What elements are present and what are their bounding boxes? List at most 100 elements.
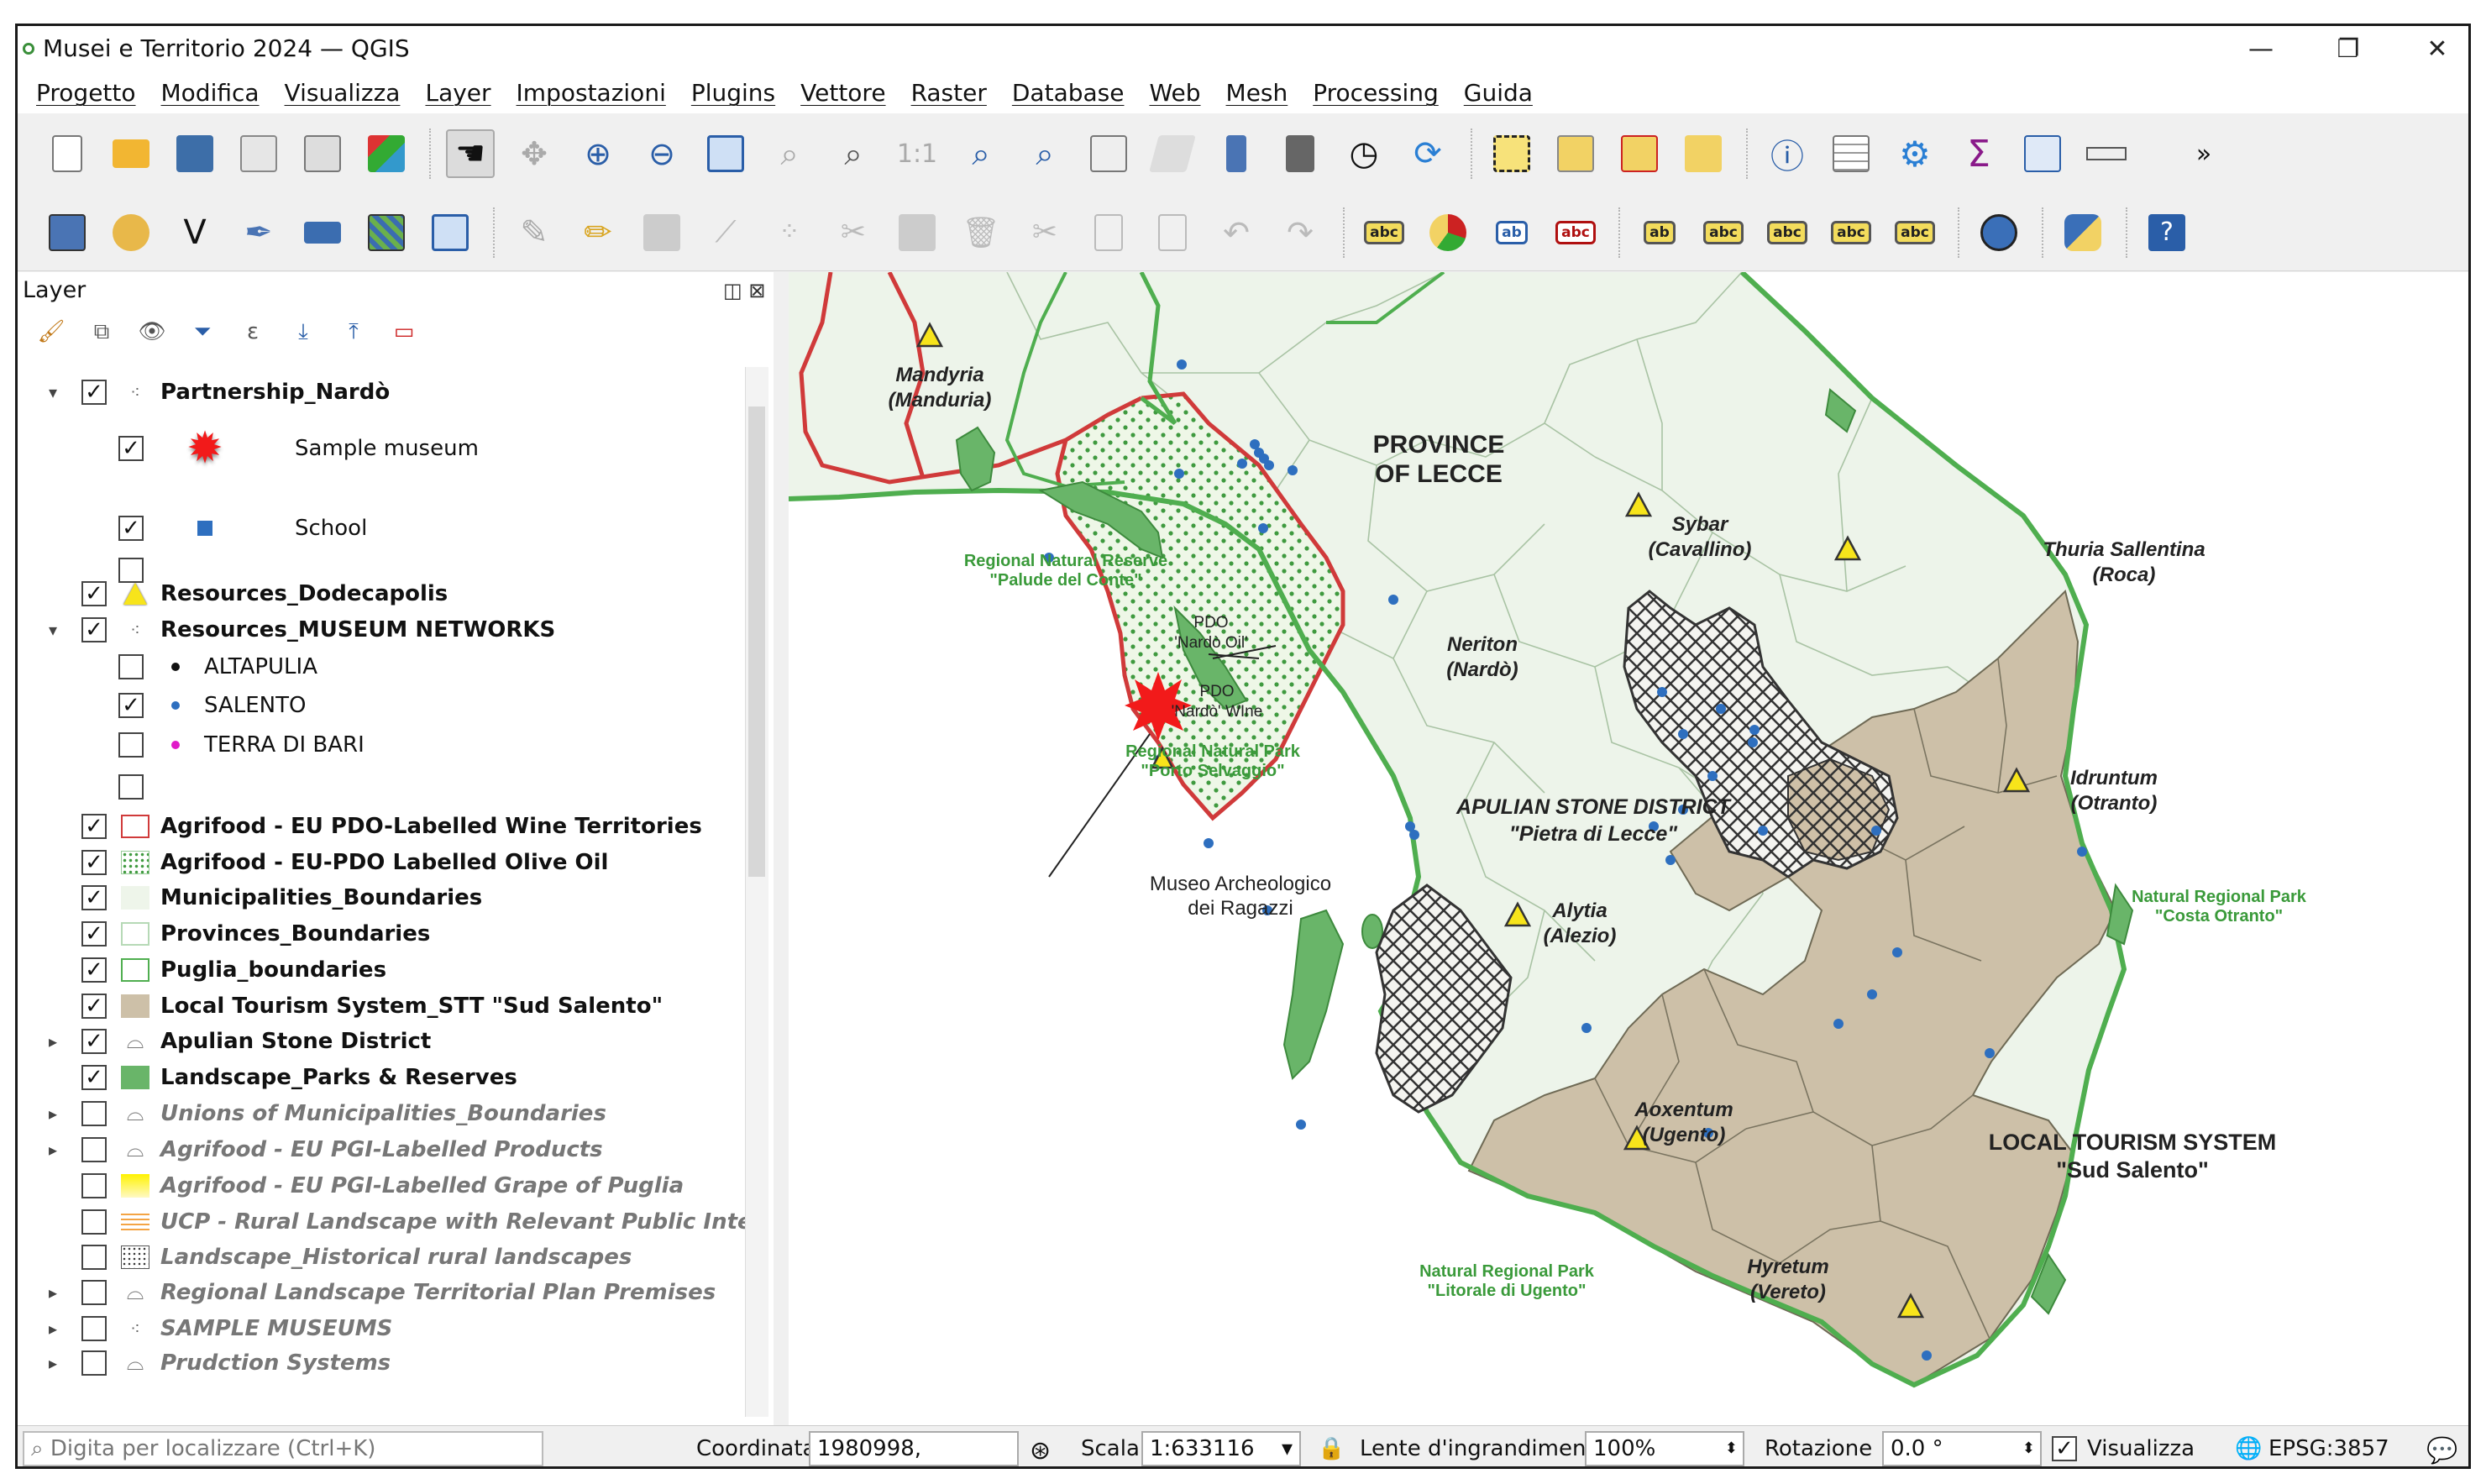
show-bookmarks-icon[interactable] [1276, 129, 1324, 178]
map-tips-icon[interactable] [2018, 129, 2067, 178]
layer-row[interactable]: Agrifood - EU PGI-Labelled Grape of Pugl… [18, 1169, 740, 1203]
menu-database[interactable]: Database [1012, 75, 1125, 113]
style-brush-icon[interactable]: 🖌 [33, 315, 70, 349]
menu-impostazioni[interactable]: Impostazioni [517, 75, 666, 113]
web-map-plugin-icon[interactable] [1975, 208, 2023, 257]
layer-row[interactable]: Landscape_Historical rural landscapes [18, 1240, 740, 1274]
move-label-icon[interactable]: abc [1763, 208, 1812, 257]
new-geopackage-icon[interactable] [107, 208, 155, 257]
menu-mesh[interactable]: Mesh [1226, 75, 1288, 113]
manage-map-themes-icon[interactable]: 👁 [134, 315, 170, 349]
layer-visibility-checkbox[interactable] [81, 1350, 107, 1376]
save-edits-icon[interactable] [637, 208, 686, 257]
layer-row[interactable]: ✓ Provinces_Boundaries [18, 917, 740, 951]
menu-visualizza[interactable]: Visualizza [285, 75, 401, 113]
add-line-feature-icon[interactable]: ⟋ [701, 208, 750, 257]
deselect-features-icon[interactable] [1615, 129, 1664, 178]
layer-row[interactable]: ▸ ⌓ Regional Landscape Territorial Plan Pr… [18, 1276, 740, 1309]
identify-features-icon[interactable]: ⓘ [1763, 129, 1812, 178]
menu-guida[interactable]: Guida [1464, 75, 1533, 113]
help-icon[interactable]: ? [2142, 208, 2191, 257]
menu-processing[interactable]: Processing [1313, 75, 1439, 113]
zoom-last-icon[interactable]: ⌕ [957, 129, 1005, 178]
remove-layer-icon[interactable]: ▭ [385, 315, 422, 349]
menu-plugins[interactable]: Plugins [691, 75, 775, 113]
label-highlight-icon[interactable]: abc [1551, 208, 1600, 257]
select-features-icon[interactable] [1487, 129, 1536, 178]
zoom-native-icon[interactable]: 1:1 [893, 129, 941, 178]
zoom-next-icon[interactable]: ⌕ [1020, 129, 1069, 178]
layer-row[interactable]: ✓ Agrifood - EU PDO-Labelled Wine Territo… [18, 810, 740, 843]
scale-combobox[interactable]: 1:633116 ▾ [1141, 1431, 1301, 1466]
messages-icon[interactable]: 💬 [2426, 1436, 2457, 1466]
new-map-view-icon[interactable] [1084, 129, 1133, 178]
pan-map-icon[interactable]: ☚ [446, 129, 495, 178]
globe-icon[interactable]: 🌐 [2235, 1436, 2262, 1461]
menu-web[interactable]: Web [1149, 75, 1200, 113]
layer-visibility-checkbox[interactable]: ✓ [81, 921, 107, 947]
style-manager-icon[interactable] [362, 129, 411, 178]
rotation-spinbox[interactable]: 0.0 ° ⬍ [1882, 1431, 2042, 1466]
menu-layer[interactable]: Layer [425, 75, 490, 113]
expand-chevron-icon[interactable]: ▸ [43, 1140, 63, 1160]
toggle-extents-icon[interactable]: ⊛ [1030, 1436, 1051, 1466]
toolbar-overflow-icon[interactable]: » [2179, 129, 2228, 178]
lock-scale-icon[interactable]: 🔒 [1318, 1436, 1345, 1461]
layer-visibility-checkbox[interactable]: ✓ [118, 516, 144, 541]
zoom-to-layer-icon[interactable]: ⌕ [829, 129, 878, 178]
menu-vettore[interactable]: Vettore [800, 75, 885, 113]
layer-visibility-checkbox[interactable]: ✓ [81, 994, 107, 1019]
layer-visibility-checkbox[interactable]: ✓ [81, 957, 107, 983]
render-checkbox[interactable]: ✓ [2052, 1436, 2077, 1461]
new-bookmark-icon[interactable] [1212, 129, 1261, 178]
label-pin-icon[interactable]: ab [1487, 208, 1536, 257]
layer-row[interactable]: ▸ ⌓ Agrifood - EU PGI-Labelled Products [18, 1133, 740, 1167]
layer-visibility-checkbox[interactable]: ✓ [118, 436, 144, 461]
menu-progetto[interactable]: Progetto [36, 75, 136, 113]
zoom-in-icon[interactable]: ⊕ [574, 129, 622, 178]
measure-line-icon[interactable] [2082, 129, 2131, 178]
pan-to-selection-icon[interactable]: ✥ [510, 129, 559, 178]
layer-row[interactable]: ✓ Resources_Dodecapolis [18, 577, 740, 611]
zoom-full-icon[interactable] [701, 129, 750, 178]
menu-raster[interactable]: Raster [911, 75, 987, 113]
layer-row[interactable]: ▸ ⁖ SAMPLE MUSEUMS [18, 1312, 740, 1345]
menu-modifica[interactable]: Modifica [161, 75, 260, 113]
python-console-icon[interactable] [2059, 208, 2107, 257]
new-print-layout-icon[interactable] [234, 129, 283, 178]
paste-features-icon[interactable] [1148, 208, 1197, 257]
layer-visibility-checkbox[interactable]: ✓ [81, 1029, 107, 1054]
layer-row[interactable]: UCP - Rural Landscape with Relevant Publ… [18, 1205, 750, 1239]
add-group-icon[interactable]: ⧉ [83, 315, 120, 349]
layer-visibility-checkbox[interactable] [118, 774, 144, 800]
expand-all-icon[interactable]: ⤓ [285, 315, 322, 349]
layer-row[interactable]: ▾ ✓ ⁖ Partnership_Nardò [18, 375, 740, 409]
layer-row[interactable]: ✓ Municipalities_Boundaries [18, 881, 740, 915]
layer-row[interactable]: ✓ Puglia_boundaries [18, 953, 740, 987]
magnifier-spinbox[interactable]: 100% ⬍ [1585, 1431, 1744, 1466]
layer-visibility-checkbox[interactable] [81, 1245, 107, 1270]
layer-row[interactable]: ALTAPULIA [18, 650, 740, 684]
locator-search-input[interactable]: ⌕ Digita per localizzare (Ctrl+K) [23, 1431, 543, 1466]
change-label-icon[interactable]: abc [1891, 208, 1939, 257]
zoom-out-icon[interactable]: ⊖ [637, 129, 686, 178]
expand-chevron-icon[interactable]: ▸ [43, 1319, 63, 1339]
current-edits-icon[interactable]: ✎ [510, 208, 559, 257]
layer-visibility-checkbox[interactable]: ✓ [81, 814, 107, 839]
pin-labels-icon[interactable]: ab [1635, 208, 1684, 257]
layer-row[interactable]: ▸ ⌓ Prudction Systems [18, 1346, 740, 1380]
rotate-label-icon[interactable]: abc [1827, 208, 1875, 257]
modify-attributes-icon[interactable]: ✂ [829, 208, 878, 257]
layer-row[interactable]: ▸ ✓ ⌓ Apulian Stone District [18, 1025, 740, 1058]
undo-icon[interactable]: ↶ [1212, 208, 1261, 257]
new-virtual-layer-icon[interactable] [362, 208, 411, 257]
expand-chevron-icon[interactable]: ▸ [43, 1104, 63, 1124]
refresh-icon[interactable]: ⟳ [1403, 129, 1452, 178]
filter-legend-icon[interactable]: ⏷ [184, 315, 221, 349]
layer-visibility-checkbox[interactable] [81, 1137, 107, 1162]
copy-features-icon[interactable] [1084, 208, 1133, 257]
layer-row[interactable]: ▸ ⌓ Unions of Municipalities_Boundaries [18, 1097, 740, 1130]
layer-visibility-checkbox[interactable]: ✓ [81, 581, 107, 606]
vertex-tool-icon[interactable]: ⁘ [765, 208, 814, 257]
layer-visibility-checkbox[interactable] [118, 654, 144, 679]
